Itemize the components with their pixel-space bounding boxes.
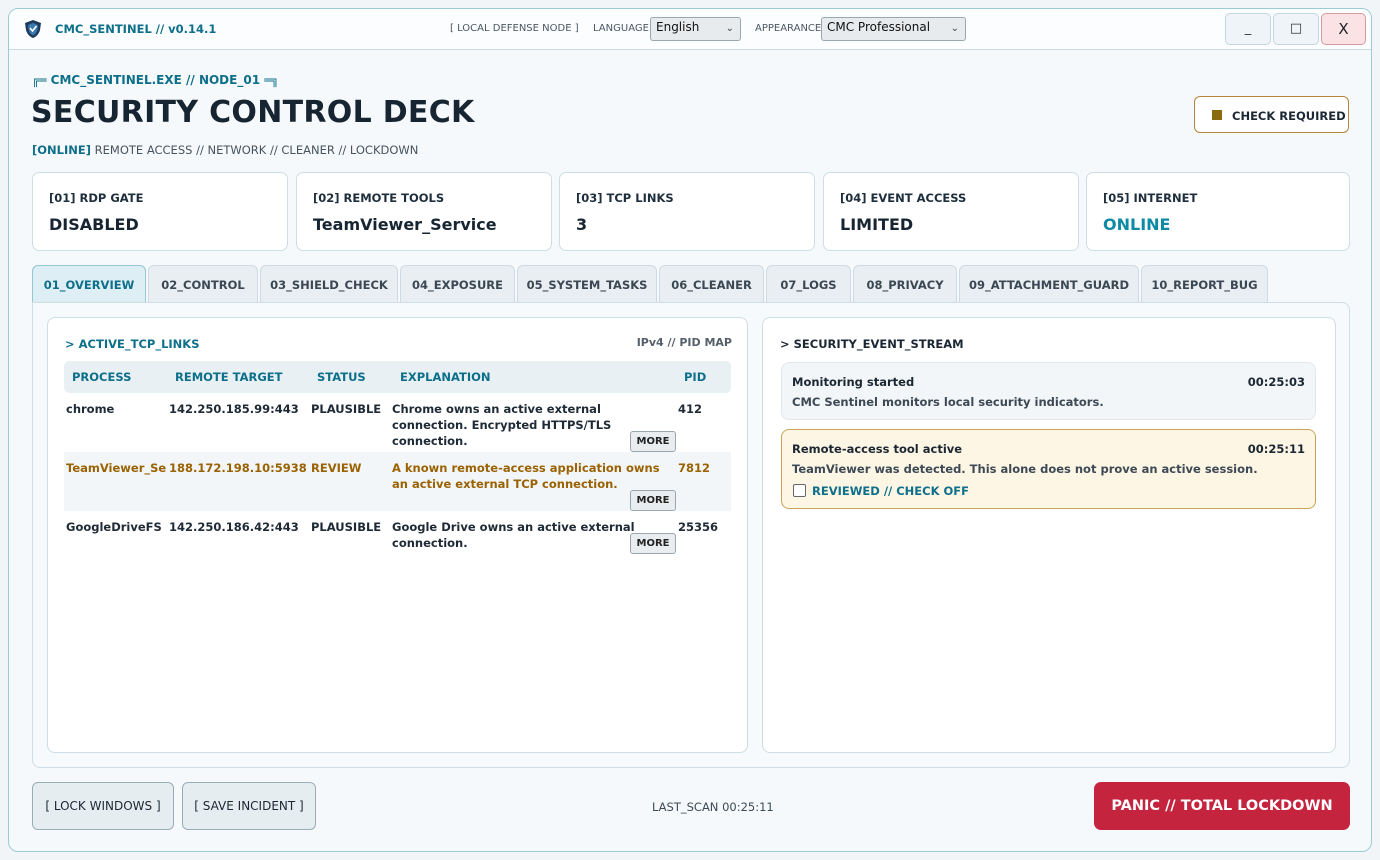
language-select-value: English	[656, 20, 700, 34]
appearance-label: APPEARANCE	[755, 23, 822, 34]
cell-status: PLAUSIBLE	[311, 520, 382, 534]
tab-attachment-guard[interactable]: 09_ATTACHMENT_GUARD	[959, 265, 1139, 302]
app-title: CMC_SENTINEL // v0.14.1	[55, 22, 217, 36]
cell-pid: 412	[678, 402, 703, 416]
eyebrow-bracket-left: ╔═	[32, 73, 47, 87]
cell-status: PLAUSIBLE	[311, 402, 382, 416]
minimize-button[interactable]: _	[1225, 13, 1271, 45]
title-bar: CMC_SENTINEL // v0.14.1 [ LOCAL DEFENSE …	[9, 9, 1371, 50]
card-value: TeamViewer_Service	[313, 215, 497, 234]
tab-control[interactable]: 02_CONTROL	[148, 265, 258, 302]
event-item: Monitoring started 00:25:03 CMC Sentinel…	[781, 362, 1316, 420]
more-button[interactable]: MORE	[630, 490, 676, 511]
eyebrow: ╔═ CMC_SENTINEL.EXE // NODE_01 ═╗	[32, 73, 279, 87]
language-label: LANGUAGE	[593, 23, 649, 34]
table-row[interactable]: chrome 142.250.185.99:443 PLAUSIBLE Chro…	[64, 393, 731, 452]
card-value: DISABLED	[49, 215, 139, 234]
tab-cleaner[interactable]: 06_CLEANER	[659, 265, 764, 302]
tab-exposure[interactable]: 04_EXPOSURE	[400, 265, 515, 302]
close-button[interactable]: X	[1321, 13, 1366, 45]
status-line: [ONLINE] REMOTE ACCESS // NETWORK // CLE…	[32, 143, 418, 157]
pane-title: > ACTIVE_TCP_LINKS	[65, 337, 200, 351]
maximize-button[interactable]: □	[1273, 13, 1319, 45]
tab-shield-check[interactable]: 03_SHIELD_CHECK	[260, 265, 398, 302]
cell-pid: 25356	[678, 520, 719, 534]
card-value: ONLINE	[1103, 215, 1171, 234]
cell-pid: 7812	[678, 461, 711, 475]
tcp-links-pane: > ACTIVE_TCP_LINKS IPv4 // PID MAP PROCE…	[47, 317, 748, 753]
card-remote-tools: [02] REMOTE TOOLS TeamViewer_Service	[296, 172, 552, 251]
cell-process: chrome	[66, 402, 115, 416]
check-required-button[interactable]: CHECK REQUIRED	[1194, 96, 1349, 133]
card-internet: [05] INTERNET ONLINE	[1086, 172, 1350, 251]
column-explanation: EXPLANATION	[400, 370, 491, 384]
eyebrow-text: CMC_SENTINEL.EXE // NODE_01	[50, 73, 261, 87]
table-header: PROCESS REMOTE TARGET STATUS EXPLANATION…	[64, 361, 731, 393]
event-title: Remote-access tool active	[792, 442, 963, 456]
tab-report-bug[interactable]: 10_REPORT_BUG	[1141, 265, 1268, 302]
lock-windows-button[interactable]: [ LOCK WINDOWS ]	[32, 782, 174, 830]
column-status: STATUS	[317, 370, 366, 384]
pane-meta: IPv4 // PID MAP	[636, 336, 732, 349]
card-label: [02] REMOTE TOOLS	[313, 191, 445, 205]
event-time: 00:25:11	[1247, 442, 1305, 456]
event-stream-pane: > SECURITY_EVENT_STREAM Monitoring start…	[762, 317, 1336, 753]
table-row[interactable]: TeamViewer_Service 188.172.198.10:5938 R…	[64, 452, 731, 511]
event-time: 00:25:03	[1247, 375, 1305, 389]
status-square-icon	[1212, 110, 1222, 120]
chevron-down-icon: ⌄	[725, 23, 734, 34]
overview-panel: > ACTIVE_TCP_LINKS IPv4 // PID MAP PROCE…	[32, 302, 1350, 768]
card-label: [03] TCP LINKS	[576, 191, 674, 205]
last-scan-label: LAST_SCAN 00:25:11	[652, 800, 774, 814]
node-label: [ LOCAL DEFENSE NODE ]	[450, 23, 579, 34]
status-text: REMOTE ACCESS // NETWORK // CLEANER // L…	[94, 143, 419, 157]
card-event-access: [04] EVENT ACCESS LIMITED	[823, 172, 1079, 251]
column-remote-target: REMOTE TARGET	[175, 370, 283, 384]
pane-title: > SECURITY_EVENT_STREAM	[780, 337, 964, 351]
more-button[interactable]: MORE	[630, 431, 676, 452]
cell-explanation: A known remote-access application owns a…	[392, 461, 660, 491]
appearance-select[interactable]: CMC Professional ⌄	[821, 17, 966, 41]
cell-process: TeamViewer_Service	[66, 461, 166, 475]
chevron-down-icon: ⌄	[950, 23, 959, 34]
more-button[interactable]: MORE	[630, 533, 676, 554]
card-label: [04] EVENT ACCESS	[840, 191, 967, 205]
card-label: [05] INTERNET	[1103, 191, 1198, 205]
panic-lockdown-button[interactable]: PANIC // TOTAL LOCKDOWN	[1094, 782, 1350, 830]
cell-remote-target: 188.172.198.10:5938	[169, 461, 307, 475]
eyebrow-bracket-right: ═╗	[264, 73, 279, 87]
tab-system-tasks[interactable]: 05_SYSTEM_TASKS	[517, 265, 657, 302]
appearance-select-value: CMC Professional	[827, 20, 931, 34]
event-text: TeamViewer was detected. This alone does…	[792, 462, 1258, 476]
page-title: SECURITY CONTROL DECK	[31, 95, 475, 130]
cell-status: REVIEW	[311, 461, 362, 475]
card-label: [01] RDP GATE	[49, 191, 144, 205]
app-window: CMC_SENTINEL // v0.14.1 [ LOCAL DEFENSE …	[8, 8, 1372, 852]
event-text: CMC Sentinel monitors local security ind…	[792, 395, 1104, 409]
reviewed-checkbox-label[interactable]: REVIEWED // CHECK OFF	[812, 484, 969, 498]
tab-privacy[interactable]: 08_PRIVACY	[853, 265, 957, 302]
card-value: 3	[576, 215, 588, 234]
event-item-warning: Remote-access tool active 00:25:11 TeamV…	[781, 429, 1316, 509]
column-pid: PID	[684, 370, 707, 384]
cell-remote-target: 142.250.186.42:443	[169, 520, 299, 534]
table-row[interactable]: GoogleDriveFS 142.250.186.42:443 PLAUSIB…	[64, 511, 731, 559]
event-title: Monitoring started	[792, 375, 915, 389]
shield-logo-icon	[25, 20, 41, 38]
cell-remote-target: 142.250.185.99:443	[169, 402, 299, 416]
cell-process: GoogleDriveFS	[66, 520, 162, 534]
card-value: LIMITED	[840, 215, 914, 234]
online-tag: [ONLINE]	[32, 143, 91, 157]
save-incident-button[interactable]: [ SAVE INCIDENT ]	[182, 782, 316, 830]
check-required-label: CHECK REQUIRED	[1232, 109, 1346, 123]
card-tcp-links: [03] TCP LINKS 3	[559, 172, 815, 251]
language-select[interactable]: English ⌄	[650, 17, 741, 41]
column-process: PROCESS	[72, 370, 132, 384]
reviewed-checkbox[interactable]	[793, 484, 806, 497]
card-rdp-gate: [01] RDP GATE DISABLED	[32, 172, 288, 251]
tab-overview[interactable]: 01_OVERVIEW	[32, 265, 146, 302]
tab-logs[interactable]: 07_LOGS	[766, 265, 851, 302]
